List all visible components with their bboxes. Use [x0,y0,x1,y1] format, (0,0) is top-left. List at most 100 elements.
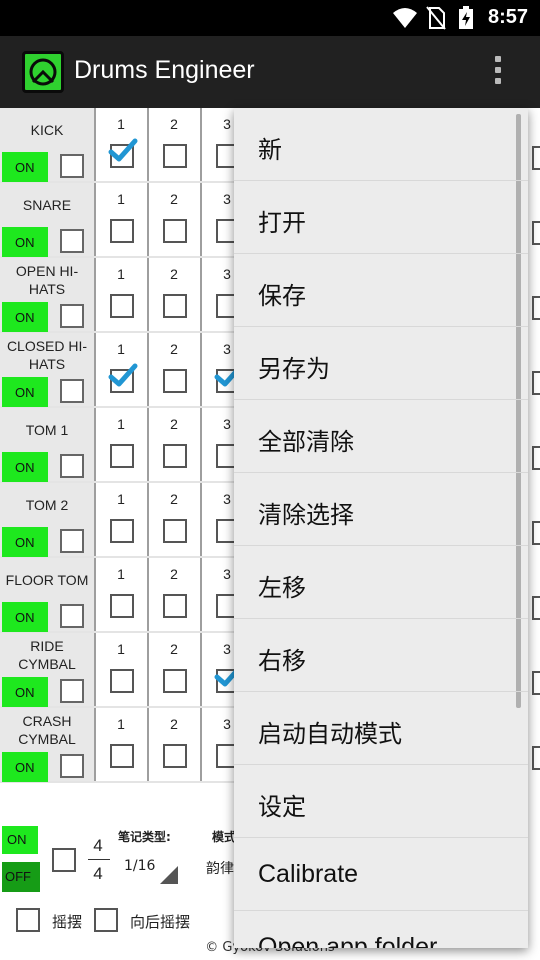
step-checkbox[interactable] [163,669,187,693]
wifi-icon [393,8,417,28]
step-checkbox[interactable] [163,219,187,243]
step-checkbox[interactable] [110,294,134,318]
step-checkbox-partial[interactable] [532,221,540,245]
track-on-button[interactable]: ON [2,452,48,482]
step-checkbox[interactable] [163,144,187,168]
step-number: 1 [117,566,125,582]
menu-item[interactable]: 启动自动模式 [234,692,528,765]
track-name[interactable]: CRASH CYMBAL [2,712,92,748]
step-cell: 1 [94,258,146,331]
step-checkbox-partial[interactable] [532,521,540,545]
step-checkbox[interactable] [110,744,134,768]
menu-item-label: 打开 [258,209,306,237]
track-name[interactable]: OPEN HI-HATS [2,262,92,298]
track-name[interactable]: TOM 2 [2,496,92,514]
note-type-select[interactable]: 1/16 [124,858,155,874]
track-select-checkbox[interactable] [60,379,84,403]
menu-item-label: 全部清除 [258,428,354,456]
step-checkbox[interactable] [163,444,187,468]
step-checkbox-partial[interactable] [532,146,540,170]
track-select-checkbox[interactable] [60,679,84,703]
step-checkbox-partial[interactable] [532,446,540,470]
step-checkbox[interactable] [110,669,134,693]
step-number: 1 [117,191,125,207]
step-checkbox[interactable] [163,594,187,618]
track-on-button[interactable]: ON [2,227,48,257]
step-checkbox[interactable] [163,519,187,543]
track-select-checkbox[interactable] [60,304,84,328]
app-bar: Drums Engineer [0,36,540,108]
menu-item[interactable]: Open app folder [234,911,528,948]
track-name[interactable]: KICK [2,121,92,139]
menu-item[interactable]: 保存 [234,254,528,327]
menu-item[interactable]: 打开 [234,181,528,254]
step-number: 1 [117,416,125,432]
checkmark-icon [108,138,138,164]
step-number: 2 [170,716,178,732]
track-on-button[interactable]: ON [2,677,48,707]
mode-select[interactable]: 韵律 [206,858,234,878]
step-checkbox-partial[interactable] [532,746,540,770]
menu-item[interactable]: 新 [234,108,528,181]
master-off-button[interactable]: OFF [2,862,40,892]
track-name[interactable]: CLOSED HI-HATS [2,337,92,373]
track-select-checkbox[interactable] [60,229,84,253]
note-type-label: 笔记类型: [118,830,171,844]
track-name[interactable]: RIDE CYMBAL [2,637,92,673]
track-on-button[interactable]: ON [2,752,48,782]
track-on-button[interactable]: ON [2,527,48,557]
menu-item-label: 保存 [258,282,306,310]
step-checkbox[interactable] [110,594,134,618]
step-checkbox-partial[interactable] [532,596,540,620]
overflow-menu: 新打开保存另存为全部清除清除选择 左移 右移启动自动模式设定 Calibrate Ope… [234,108,528,948]
step-checkbox-partial[interactable] [532,296,540,320]
track-select-checkbox[interactable] [60,754,84,778]
track-select-checkbox[interactable] [60,154,84,178]
track-name[interactable]: SNARE [2,196,92,214]
menu-item[interactable]: 另存为 [234,327,528,400]
menu-item-label: 另存为 [258,355,330,383]
step-cell: 1 [94,108,146,181]
track-label-panel: SNARE ON [0,183,94,257]
swing-checkbox[interactable] [16,908,40,932]
track-on-button[interactable]: ON [2,302,48,332]
more-vert-icon[interactable] [490,54,506,90]
menu-item[interactable]: 左移 [234,546,528,619]
step-number: 2 [170,116,178,132]
back-swing-label: 向后摇摆 [130,913,191,931]
menu-item-label: 启动自动模式 [258,720,402,748]
step-checkbox[interactable] [110,219,134,243]
track-select-checkbox[interactable] [60,604,84,628]
menu-item[interactable]: 全部清除 [234,400,528,473]
menu-item[interactable]: Calibrate [234,838,528,911]
menu-item[interactable]: 右移 [234,619,528,692]
back-swing-checkbox[interactable] [94,908,118,932]
step-checkbox[interactable] [110,444,134,468]
track-on-button[interactable]: ON [2,602,48,632]
step-checkbox[interactable] [163,294,187,318]
track-name[interactable]: FLOOR TOM [2,571,92,589]
step-checkbox-partial[interactable] [532,671,540,695]
track-on-button[interactable]: ON [2,377,48,407]
master-checkbox[interactable] [52,848,76,872]
step-cell: 1 [94,483,146,556]
step-number: 1 [117,341,125,357]
time-signature-top[interactable]: 4 [86,836,110,856]
step-checkbox[interactable] [163,744,187,768]
step-cell: 1 [94,408,146,481]
status-time: 8:57 [487,6,528,28]
step-checkbox[interactable] [110,519,134,543]
step-checkbox[interactable] [163,369,187,393]
track-label-panel: FLOOR TOM ON [0,558,94,632]
master-on-button[interactable]: ON [2,826,38,854]
dropdown-arrow-icon [160,866,178,884]
time-signature-bottom[interactable]: 4 [86,864,110,884]
track-name[interactable]: TOM 1 [2,421,92,439]
track-select-checkbox[interactable] [60,454,84,478]
menu-item[interactable]: 设定 [234,765,528,838]
track-on-button[interactable]: ON [2,152,48,182]
track-select-checkbox[interactable] [60,529,84,553]
step-checkbox-partial[interactable] [532,371,540,395]
menu-item[interactable]: 清除选择 [234,473,528,546]
step-number: 2 [170,641,178,657]
